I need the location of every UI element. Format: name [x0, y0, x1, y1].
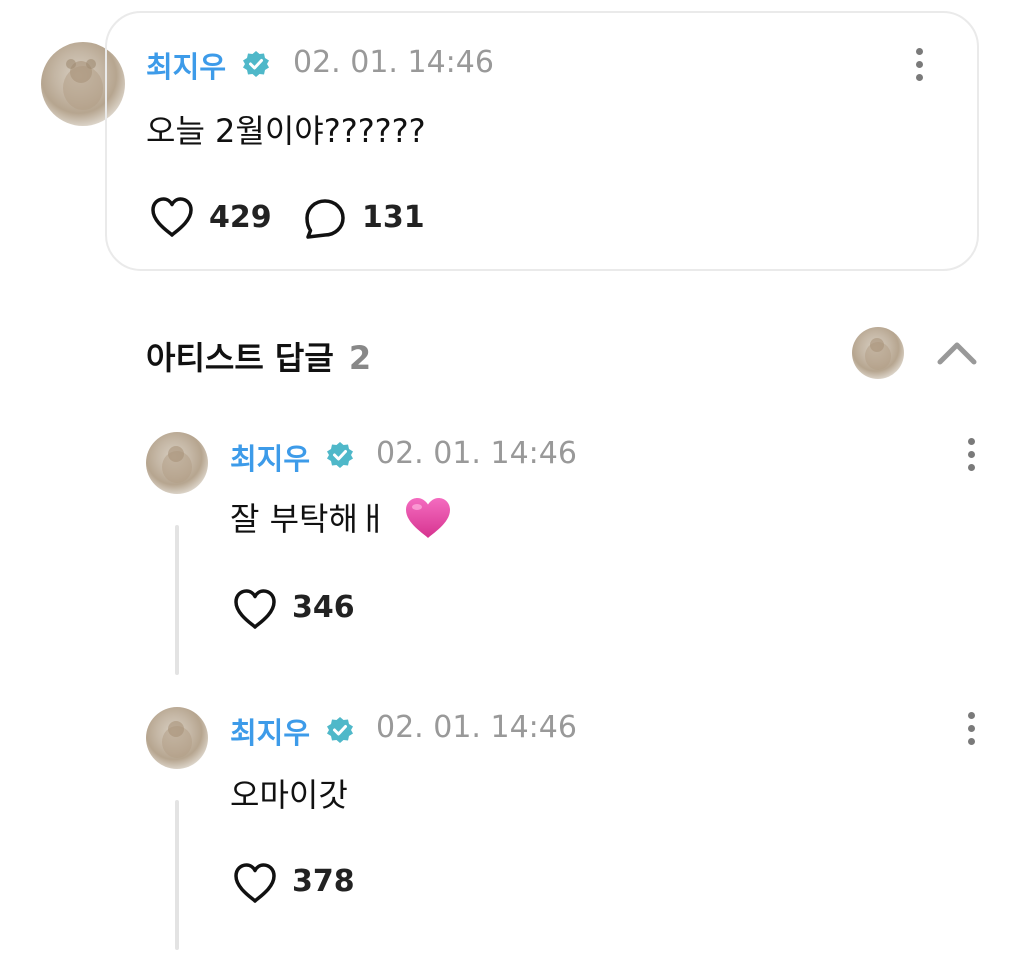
- thread-line: [175, 800, 179, 950]
- reply-author-name[interactable]: 최지우: [230, 710, 310, 752]
- author-name[interactable]: 최지우: [146, 44, 226, 86]
- more-vertical-icon[interactable]: [968, 712, 978, 748]
- comment-count: 131: [362, 200, 425, 235]
- post-message: 오늘 2월이야??????: [146, 112, 426, 150]
- reply-timestamp: 02. 01. 14:46: [376, 710, 577, 745]
- heart-icon[interactable]: [149, 196, 195, 238]
- reply-message: 잘 부탁해ㅐ: [230, 494, 452, 540]
- reply-like-count: 378: [292, 864, 355, 899]
- chevron-up-icon[interactable]: [936, 340, 978, 366]
- more-vertical-icon[interactable]: [968, 438, 978, 474]
- heart-icon[interactable]: [232, 862, 278, 904]
- reply-avatar[interactable]: [146, 432, 208, 494]
- reply-author-name[interactable]: 최지우: [230, 436, 310, 478]
- like-count: 429: [209, 200, 272, 235]
- verified-badge-icon: [243, 51, 269, 77]
- verified-badge-icon: [327, 442, 353, 468]
- reply-avatar[interactable]: [146, 707, 208, 769]
- section-title: 아티스트 답글: [146, 339, 334, 377]
- pink-heart-emoji: [405, 498, 450, 538]
- heart-icon[interactable]: [232, 588, 278, 630]
- section-count: 2: [348, 339, 372, 377]
- replies-avatar: [852, 327, 904, 379]
- more-vertical-icon[interactable]: [916, 48, 926, 84]
- artist-replies-header[interactable]: 아티스트 답글 2: [146, 333, 371, 379]
- verified-badge-icon: [327, 717, 353, 743]
- reply-text: 잘 부탁해ㅐ: [230, 500, 388, 538]
- reply-timestamp: 02. 01. 14:46: [376, 436, 577, 471]
- reply-like-count: 346: [292, 590, 355, 625]
- thread-line: [175, 525, 179, 675]
- comment-bubble-icon[interactable]: [303, 197, 347, 241]
- reply-message: 오마이갓: [230, 776, 348, 814]
- post-timestamp: 02. 01. 14:46: [293, 45, 494, 80]
